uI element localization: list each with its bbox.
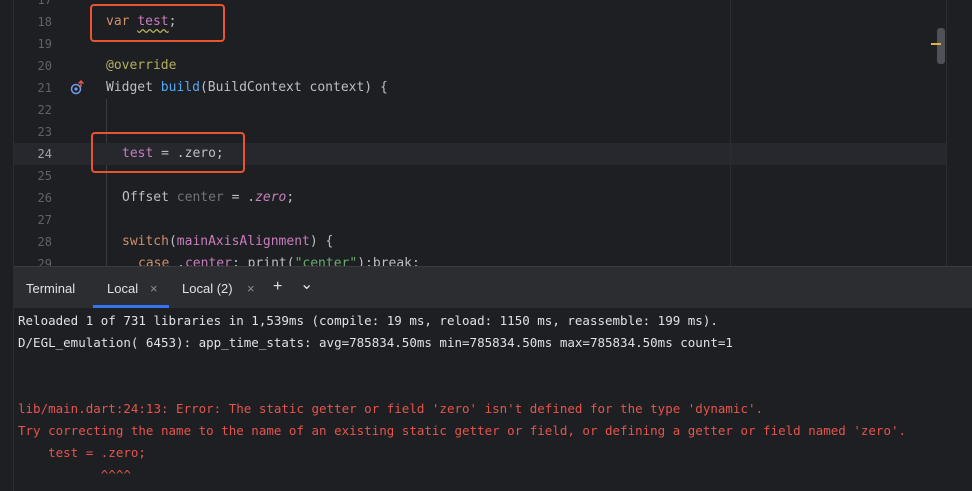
code-line-29: case .center: print("center");break; [138,256,420,266]
terminal-output[interactable]: Reloaded 1 of 731 libraries in 1,539ms (… [14,308,972,491]
override-gutter-icon[interactable] [70,80,86,96]
terminal-line: D/EGL_emulation( 6453): app_time_stats: … [18,335,733,350]
highlight-box-declaration [90,4,225,42]
line-number-gutter: 17 18 19 20 21 22 23 24 25 26 27 28 29 [14,0,84,266]
terminal-line: Reloaded 1 of 731 libraries in 1,539ms (… [18,313,718,328]
line-number: 29 [37,257,52,266]
error-line: lib/main.dart:24:13: Error: The static g… [18,401,764,416]
terminal-toolbar: Terminal Local × Local (2) × + ⌄ [14,266,972,309]
code-line-28: switch(mainAxisAlignment) { [122,234,334,249]
error-line: ^^^^ [18,467,131,482]
editor-right-border [946,0,947,266]
error-line: Try correcting the name to the name of a… [18,423,907,438]
tab-local-2[interactable]: Local (2) [182,281,233,296]
code-editor[interactable]: 17 18 19 20 21 22 23 24 25 26 27 28 29 v… [0,0,972,266]
line-number: 22 [37,103,52,117]
error-line: test = .zero; [18,445,146,460]
line-number: 27 [37,213,52,227]
close-icon[interactable]: × [150,281,158,296]
line-number: 28 [37,235,52,249]
line-number: 25 [37,169,52,183]
line-number: 17 [37,0,52,7]
line-number: 18 [37,15,52,29]
close-icon[interactable]: × [247,281,255,296]
code-line-21: Widget build(BuildContext context) { [106,80,388,95]
line-number: 19 [37,37,52,51]
line-number: 21 [37,81,52,95]
left-tool-strip [0,0,14,491]
chevron-down-icon[interactable]: ⌄ [300,274,313,294]
add-tab-icon[interactable]: + [273,278,282,296]
tab-local[interactable]: Local [107,281,138,296]
line-number: 20 [37,59,52,73]
code-line-26: Offset center = .zero; [122,190,295,205]
code-line-20: @override [106,58,177,73]
line-number: 23 [37,125,52,139]
line-number: 26 [37,191,52,205]
highlight-box-assignment [91,132,245,173]
terminal-title: Terminal [26,281,76,296]
line-number-active: 24 [37,147,52,161]
